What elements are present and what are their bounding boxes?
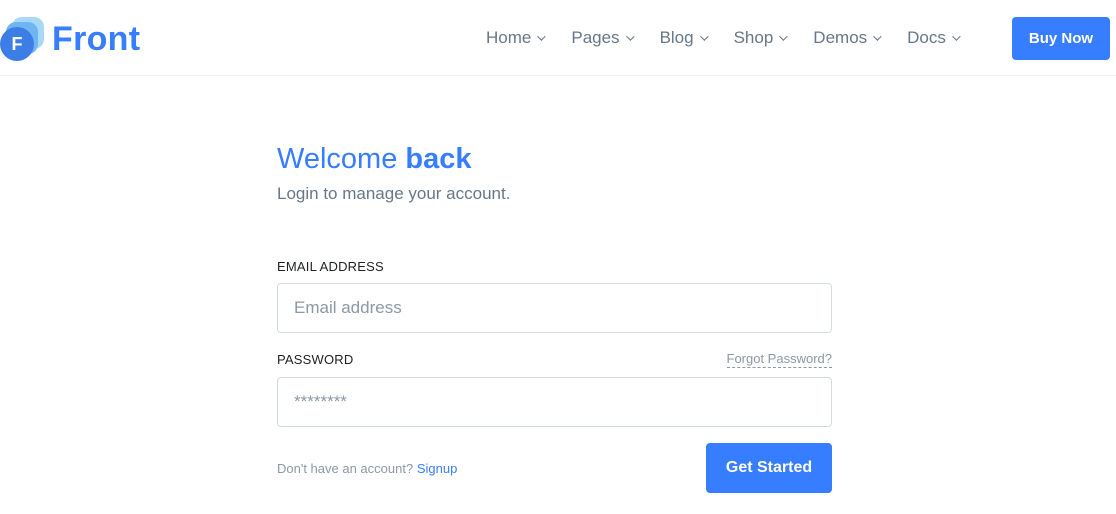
nav-item-docs[interactable]: Docs <box>893 18 972 58</box>
title-light: Welcome <box>277 143 398 175</box>
chevron-down-icon <box>779 32 788 41</box>
nav-item-label: Blog <box>659 28 694 47</box>
nav-item-blog[interactable]: Blog <box>646 18 720 58</box>
password-field[interactable] <box>277 377 832 427</box>
chevron-down-icon <box>625 32 635 41</box>
logo-icon: F <box>0 15 48 63</box>
chevron-down-icon <box>699 32 709 41</box>
password-label: Password <box>277 352 354 367</box>
nav-item-label: Docs <box>907 28 946 47</box>
logo-letter: F <box>0 27 34 61</box>
site-header: F Front Home Pages Blog Shop Demos Docs <box>0 0 1116 76</box>
signup-prompt: Don't have an account? Signup <box>277 461 457 476</box>
logo-link[interactable]: F Front <box>0 15 140 63</box>
forgot-password-link[interactable]: Forgot Password? <box>726 351 832 368</box>
buy-now-button[interactable]: Buy Now <box>1012 17 1110 60</box>
nav-item-pages[interactable]: Pages <box>557 18 645 58</box>
nav-item-label: Demos <box>813 28 868 47</box>
nav-item-demos[interactable]: Demos <box>799 18 893 58</box>
chevron-down-icon <box>952 32 961 41</box>
main-nav: Home Pages Blog Shop Demos Docs <box>472 0 972 76</box>
page-subtitle: Login to manage your account. <box>277 184 511 203</box>
signup-prompt-text: Don't have an account? <box>277 461 414 476</box>
title-bold: back <box>405 143 472 175</box>
nav-item-label: Pages <box>571 28 620 47</box>
email-label: Email address <box>277 259 384 274</box>
login-form: Welcome back Login to manage your accoun… <box>277 140 832 493</box>
page-title: Welcome back <box>277 140 832 178</box>
logo-text: Front <box>52 19 141 58</box>
get-started-button[interactable]: Get Started <box>706 443 832 493</box>
nav-item-label: Home <box>486 28 532 47</box>
email-field[interactable] <box>277 283 832 333</box>
chevron-down-icon <box>873 32 882 41</box>
chevron-down-icon <box>537 32 547 41</box>
nav-item-label: Shop <box>733 28 774 47</box>
nav-item-shop[interactable]: Shop <box>720 18 800 58</box>
nav-item-home[interactable]: Home <box>472 18 557 58</box>
signup-link[interactable]: Signup <box>417 461 457 476</box>
